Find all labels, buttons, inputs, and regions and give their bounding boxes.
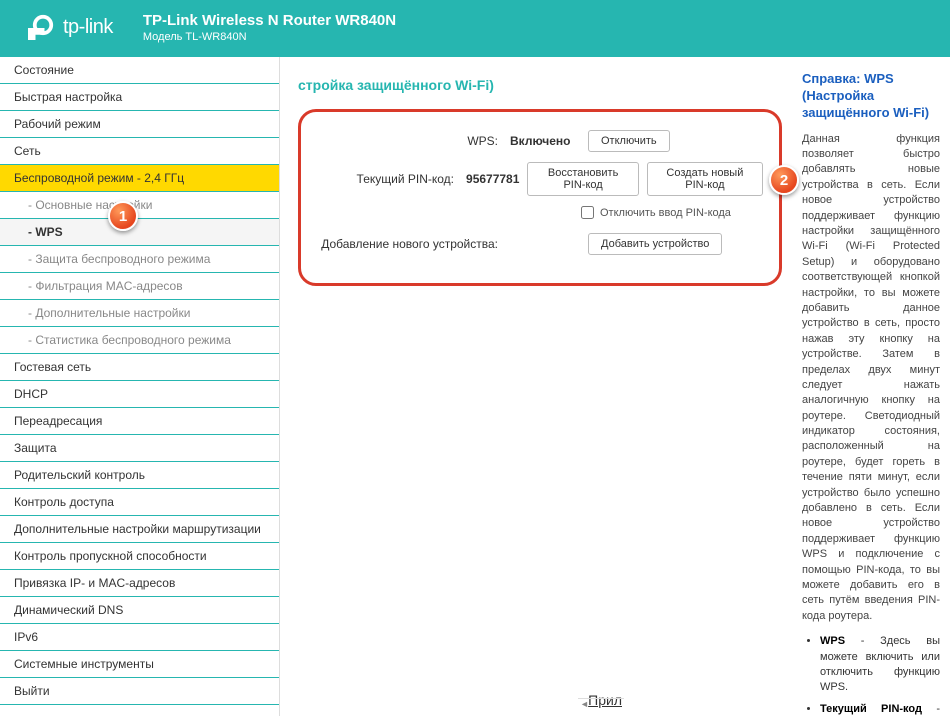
sidebar-item-7[interactable]: - Защита беспроводного режима — [0, 246, 279, 273]
sidebar-item-22[interactable]: Системные инструменты — [0, 651, 279, 678]
disable-pin-checkbox[interactable] — [581, 206, 594, 219]
sidebar-item-8[interactable]: - Фильтрация MAC-адресов — [0, 273, 279, 300]
help-list-item-0: WPS - Здесь вы можете включить или отклю… — [820, 634, 940, 696]
add-device-button[interactable]: Добавить устройство — [588, 233, 722, 255]
sidebar-item-9[interactable]: - Дополнительные настройки — [0, 300, 279, 327]
sidebar: СостояниеБыстрая настройкаРабочий режимС… — [0, 57, 280, 716]
help-title: Справка: WPS (Настройка защищённого Wi-F… — [802, 71, 940, 122]
add-device-label: Добавление нового устройства: — [317, 237, 502, 251]
sidebar-item-18[interactable]: Контроль пропускной способности — [0, 543, 279, 570]
header-subtitle: Модель TL-WR840N — [143, 31, 396, 43]
annotation-badge-1: 1 — [108, 201, 138, 231]
header-title: TP-Link Wireless N Router WR840N — [143, 12, 396, 29]
sidebar-item-11[interactable]: Гостевая сеть — [0, 354, 279, 381]
restore-pin-button[interactable]: Восстановить PIN-код — [527, 162, 638, 196]
annotation-badge-2: 2 — [769, 165, 799, 195]
disable-pin-checkbox-label: Отключить ввод PIN-кода — [600, 207, 731, 219]
sidebar-item-2[interactable]: Рабочий режим — [0, 111, 279, 138]
help-list: WPS - Здесь вы можете включить или отклю… — [802, 634, 940, 716]
header-titles: TP-Link Wireless N Router WR840N Модель … — [143, 12, 396, 43]
sidebar-item-10[interactable]: - Статистика беспроводного режима — [0, 327, 279, 354]
page-heading-fragment: стройка защищённого Wi-Fi) — [298, 77, 782, 93]
sidebar-item-20[interactable]: Динамический DNS — [0, 597, 279, 624]
sidebar-item-23[interactable]: Выйти — [0, 678, 279, 705]
wps-settings-panel: WPS: Включено Отключить Текущий PIN-код:… — [298, 109, 782, 286]
sidebar-item-17[interactable]: Дополнительные настройки маршрутизации — [0, 516, 279, 543]
tplink-logo-icon — [25, 13, 55, 43]
main-content: стройка защищённого Wi-Fi) WPS: Включено… — [280, 57, 792, 716]
sidebar-item-4[interactable]: Беспроводной режим - 2,4 ГГц — [0, 165, 279, 192]
sidebar-item-15[interactable]: Родительский контроль — [0, 462, 279, 489]
help-panel: Справка: WPS (Настройка защищённого Wi-F… — [792, 57, 950, 716]
sidebar-item-5[interactable]: - Основные настройки — [0, 192, 279, 219]
help-body: Данная функция позволяет быстро добавлят… — [802, 132, 940, 625]
sidebar-item-21[interactable]: IPv6 — [0, 624, 279, 651]
sidebar-item-16[interactable]: Контроль доступа — [0, 489, 279, 516]
sidebar-item-3[interactable]: Сеть — [0, 138, 279, 165]
brand-logo: tp-link — [25, 13, 113, 43]
sidebar-item-19[interactable]: Привязка IP- и MAC-адресов — [0, 570, 279, 597]
sidebar-item-12[interactable]: DHCP — [0, 381, 279, 408]
sidebar-item-14[interactable]: Защита — [0, 435, 279, 462]
disable-wps-button[interactable]: Отключить — [588, 130, 670, 152]
pin-label: Текущий PIN-код: — [317, 172, 458, 186]
wps-status: Включено — [510, 134, 580, 148]
pin-value: 95677781 — [466, 172, 519, 186]
header-bar: tp-link TP-Link Wireless N Router WR840N… — [0, 0, 950, 57]
horizontal-scrollbar[interactable] — [578, 698, 624, 712]
sidebar-item-6[interactable]: - WPS — [0, 219, 279, 246]
wps-label: WPS: — [317, 134, 502, 148]
brand-text: tp-link — [63, 16, 113, 39]
sidebar-item-13[interactable]: Переадресация — [0, 408, 279, 435]
sidebar-item-0[interactable]: Состояние — [0, 57, 279, 84]
help-list-item-1: Текущий PIN-код - Здесь отображается тек… — [820, 702, 940, 716]
sidebar-item-1[interactable]: Быстрая настройка — [0, 84, 279, 111]
new-pin-button[interactable]: Создать новый PIN-код — [647, 162, 763, 196]
